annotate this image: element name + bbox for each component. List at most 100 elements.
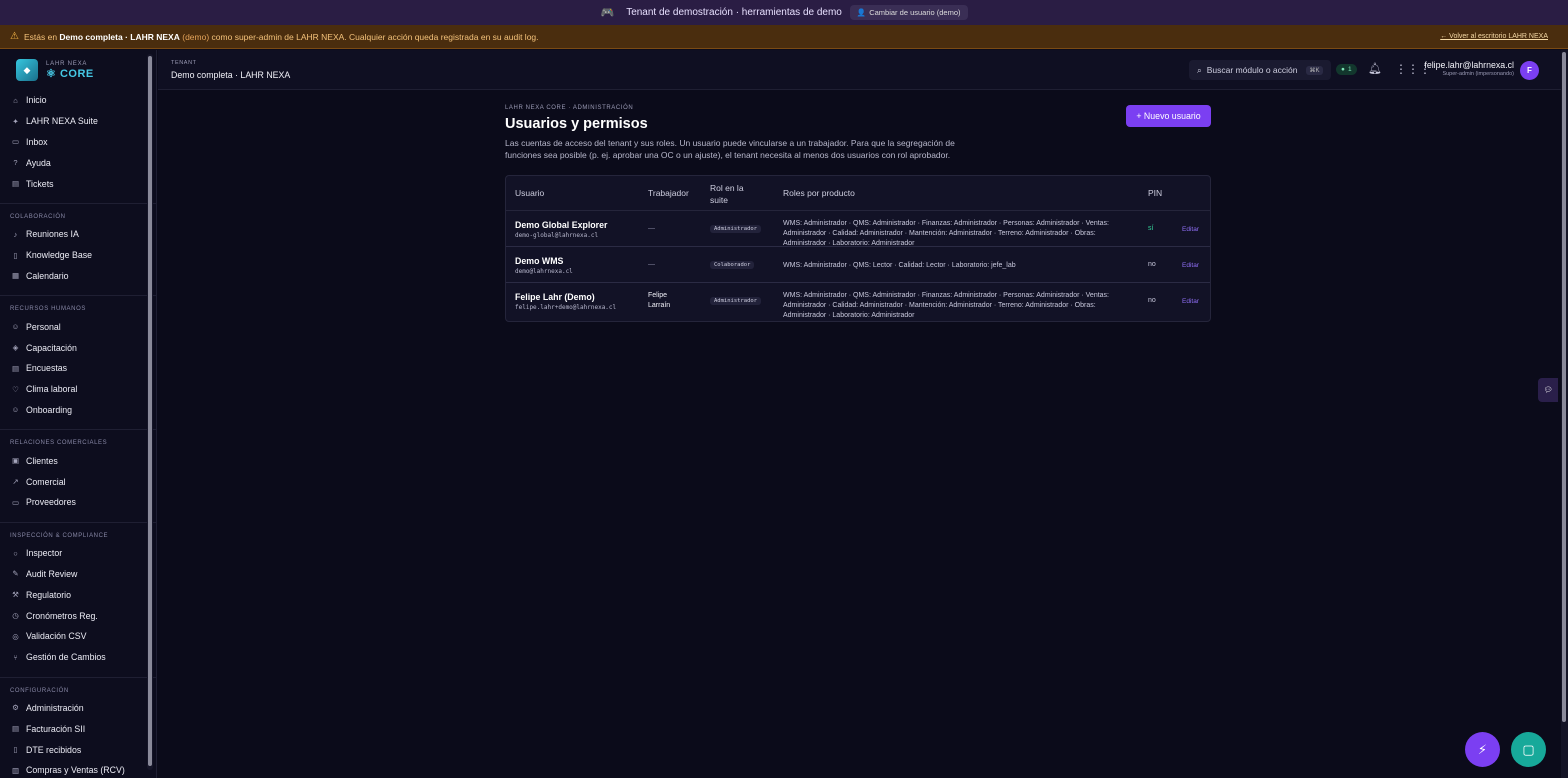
bell-icon[interactable]: 🔔︎ — [1368, 62, 1382, 75]
sidebar-section-title: RELACIONES COMERCIALES — [0, 429, 156, 446]
worker-name[interactable]: Felipe Larraín — [648, 291, 670, 311]
tenant-label: TENANT — [171, 60, 197, 66]
users-table: Usuario Trabajador Rol en la suite Roles… — [505, 175, 1211, 322]
sidebar-item-label: Encuestas — [26, 363, 68, 374]
page-description: Las cuentas de acceso del tenant y sus r… — [505, 138, 955, 160]
sidebar-item-clima-laboral[interactable]: ♡ Clima laboral — [0, 379, 156, 400]
search-icon: ⌕ — [1197, 64, 1202, 75]
user-email: demo@lahrnexa.cl — [515, 268, 573, 275]
sidebar-item-audit-review[interactable]: ✎ Audit Review — [0, 564, 156, 585]
sidebar-item-onboarding[interactable]: ☺ Onboarding — [0, 400, 156, 421]
tenant-name[interactable]: Demo completa · LAHR NEXA — [171, 70, 290, 80]
shield-check-icon: ◎ — [12, 631, 19, 641]
header-worker: Trabajador — [648, 188, 689, 198]
chat-button[interactable]: ▢ — [1511, 732, 1546, 767]
sidebar-item-calendario[interactable]: ▦ Calendario — [0, 266, 156, 287]
impersonation-warning: ⚠ Estás en Demo completa · LAHR NEXA (de… — [0, 25, 1568, 49]
sidebar-item-inspector[interactable]: ○ Inspector — [0, 543, 156, 564]
sidebar-item-label: Compras y Ventas (RCV) — [26, 765, 125, 776]
survey-icon: ▤ — [11, 363, 20, 373]
quick-actions-button[interactable]: ⚡︎ — [1465, 732, 1500, 767]
sidebar-item-label: Inbox — [26, 136, 48, 147]
product-roles: WMS: Administrador · QMS: Lector · Calid… — [783, 262, 1016, 269]
back-to-desktop-link[interactable]: ← Volver al escritorio LAHR NEXA — [1440, 33, 1548, 40]
top-bar: TENANT Demo completa · LAHR NEXA ⌕ Busca… — [158, 50, 1561, 90]
sidebar-item-gestión-de-cambios[interactable]: ⑂ Gestión de Cambios — [0, 647, 156, 668]
sidebar-item-administración[interactable]: ⚙ Administración — [0, 698, 156, 719]
sidebar-item-knowledge-base[interactable]: ▯ Knowledge Base — [0, 245, 156, 266]
sidebar-item-label: Inicio — [26, 95, 47, 106]
switch-user-button[interactable]: 👤 Cambiar de usuario (demo) — [849, 5, 968, 20]
main-scrollbar-thumb[interactable] — [1562, 52, 1566, 722]
sidebar-item-validación-csv[interactable]: ◎ Validación CSV — [0, 626, 156, 647]
avatar[interactable]: F — [1520, 61, 1539, 80]
sidebar-item-label: Audit Review — [26, 568, 78, 579]
sidebar-item-clientes[interactable]: ▣ Clientes — [0, 450, 156, 471]
gamepad-icon: 🎮 — [600, 7, 615, 19]
sidebar-item-inicio[interactable]: ⌂ Inicio — [0, 90, 156, 111]
sidebar-item-personal[interactable]: ☺ Personal — [0, 316, 156, 337]
mic-icon: ♪ — [13, 229, 18, 239]
user-name: Demo Global Explorer — [515, 220, 608, 230]
sidebar-item-label: DTE recibidos — [26, 744, 82, 755]
edit-user-link[interactable]: Editar — [1182, 226, 1199, 233]
user-menu[interactable]: felipe.lahr@lahrnexa.cl Super-admin (imp… — [1420, 60, 1514, 77]
status-badge[interactable]: ● 1 — [1336, 64, 1357, 75]
sidebar-item-dte-recibidos[interactable]: ▯ DTE recibidos — [0, 739, 156, 760]
user-email: demo-global@lahrnexa.cl — [515, 232, 599, 239]
brand-logo[interactable]: ◆ LAHR NEXA ⚛ CORE — [0, 50, 156, 90]
user-email: felipe.lahr+demo@lahrnexa.cl — [515, 304, 617, 311]
sidebar-item-compras-y-ventas-rcv-[interactable]: ▥ Compras y Ventas (RCV) — [0, 760, 156, 778]
graduation-icon: ◈ — [12, 343, 19, 353]
trend-icon: ↗ — [12, 477, 19, 487]
brand-core: ⚛ CORE — [46, 67, 94, 80]
pin-status: sí — [1148, 225, 1154, 232]
home-icon: ⌂ — [13, 95, 18, 105]
sidebar-nav: ⌂ Inicio ✦ LAHR NEXA Suite ▭ Inbox? Ayuda ▤ Tick… — [0, 90, 156, 778]
sidebar-item-ayuda[interactable]: ? Ayuda — [0, 152, 156, 173]
invoice-icon: ▤ — [11, 724, 20, 734]
timer-icon: ◷ — [12, 611, 19, 621]
table-row: Demo WMS demo@lahrnexa.cl — Colaborador … — [506, 247, 1210, 283]
edit-user-link[interactable]: Editar — [1182, 298, 1199, 305]
sidebar-item-facturación-sii[interactable]: ▤ Facturación SII — [0, 718, 156, 739]
onboarding-icon: ☺ — [11, 405, 20, 415]
chat-icon: ▢ — [1522, 741, 1535, 757]
sidebar-item-comercial[interactable]: ↗ Comercial — [0, 471, 156, 492]
sidebar-item-label: Cronómetros Reg. — [26, 610, 98, 621]
sidebar-item-label: Knowledge Base — [26, 250, 93, 261]
feedback-tab[interactable]: 💬︎ — [1538, 378, 1558, 402]
sidebar-section-title: INSPECCIÓN & COMPLIANCE — [0, 521, 156, 539]
table-header: Usuario Trabajador Rol en la suite Roles… — [506, 176, 1210, 211]
switch-user-label: Cambiar de usuario (demo) — [869, 8, 961, 17]
sidebar-item-label: Regulatorio — [26, 589, 71, 600]
sidebar-item-inbox[interactable]: ▭ Inbox — [0, 132, 156, 153]
sidebar-item-cronómetros-reg-[interactable]: ◷ Cronómetros Reg. — [0, 605, 156, 626]
new-user-button[interactable]: + Nuevo usuario — [1126, 105, 1211, 127]
help-icon: ? — [13, 158, 18, 168]
sidebar-item-label: Clima laboral — [26, 384, 78, 395]
sidebar-item-label: Gestión de Cambios — [26, 652, 106, 663]
warning-icon: ⚠ — [10, 31, 19, 42]
product-roles: WMS: Administrador · QMS: Administrador … — [783, 292, 1110, 319]
gear-icon: ⚙ — [12, 703, 19, 713]
sidebar-item-reuniones-ia[interactable]: ♪ Reuniones IA — [0, 224, 156, 245]
sidebar-item-regulatorio[interactable]: ⚒ Regulatorio — [0, 584, 156, 605]
sidebar-item-capacitación[interactable]: ◈ Capacitación — [0, 337, 156, 358]
sidebar-scrollbar-thumb[interactable] — [148, 56, 152, 766]
header-user: Usuario — [515, 188, 545, 198]
comment-icon: 💬︎ — [1543, 387, 1553, 394]
sidebar-item-label: Ayuda — [26, 157, 51, 168]
sidebar-item-lahr-nexa-suite[interactable]: ✦ LAHR NEXA Suite — [0, 111, 156, 132]
sidebar-item-proveedores[interactable]: ▭ Proveedores — [0, 492, 156, 513]
sidebar-item-tickets[interactable]: ▤ Tickets — [0, 173, 156, 194]
ticket-icon: ▤ — [11, 179, 20, 189]
sidebar-item-encuestas[interactable]: ▤ Encuestas — [0, 358, 156, 379]
suite-role-badge: Administrador — [710, 225, 762, 233]
suite-role-badge: Colaborador — [710, 261, 755, 269]
pin-status: no — [1148, 297, 1156, 304]
edit-user-link[interactable]: Editar — [1182, 262, 1199, 269]
sidebar-item-label: Administración — [26, 702, 84, 713]
search-input[interactable]: ⌕ Buscar módulo o acción ⌘K — [1189, 60, 1331, 80]
sidebar-item-label: Proveedores — [26, 497, 76, 508]
